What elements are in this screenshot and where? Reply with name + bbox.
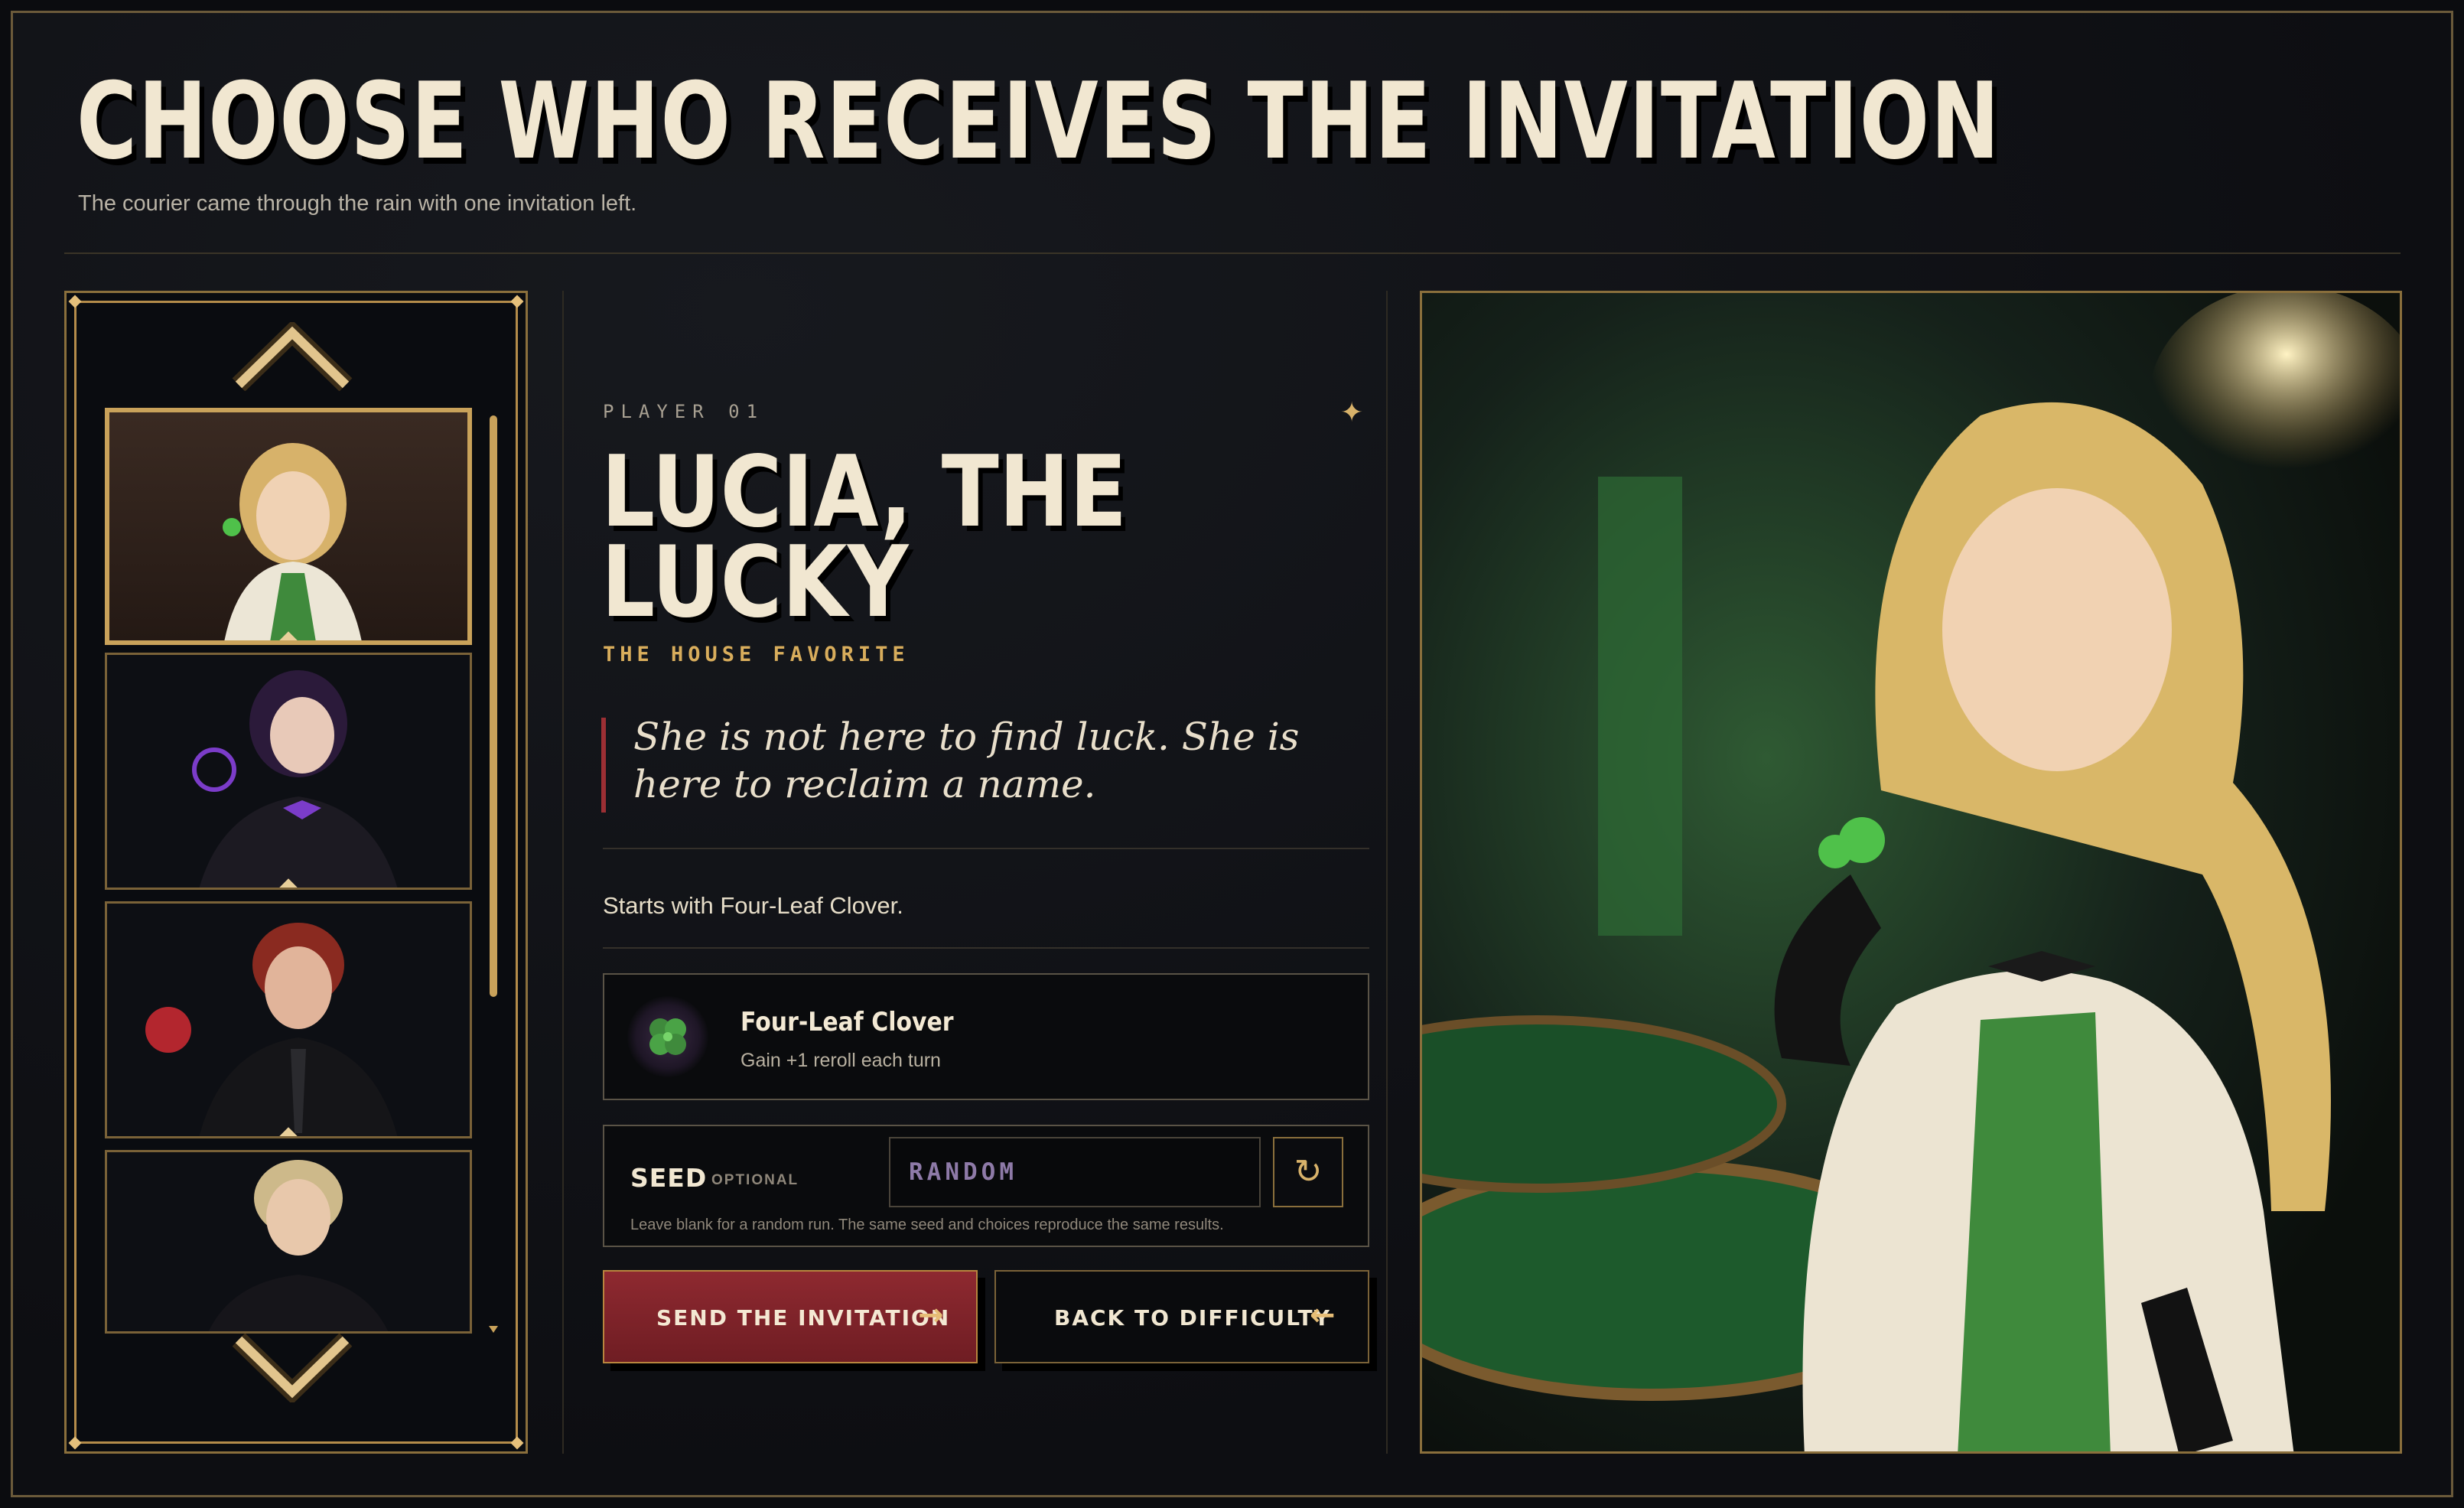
section-divider (603, 947, 1369, 949)
section-divider (603, 848, 1369, 849)
corner-ornament (68, 295, 82, 308)
page-title: CHOOSE WHO RECEIVES THE INVITATION (76, 60, 2001, 183)
send-invitation-button[interactable]: SEND THE INVITATION → (603, 1270, 978, 1363)
character-thumb-lucia[interactable] (105, 408, 472, 645)
seed-panel: SEED OPTIONAL ↻ Leave blank for a random… (603, 1125, 1369, 1247)
header-divider (64, 252, 2401, 254)
corner-ornament (510, 295, 524, 308)
quote-accent (601, 718, 606, 813)
arrow-right-icon: → (918, 1298, 946, 1333)
casino-portrait-art (1422, 293, 2400, 1451)
starting-item-card: Four-Leaf Clover Gain +1 reroll each tur… (603, 973, 1369, 1100)
item-description: Gain +1 reroll each turn (741, 1050, 941, 1071)
starting-item-text: Starts with Four-Leaf Clover. (603, 892, 903, 919)
character-thumb-2[interactable] (105, 653, 472, 890)
carousel-scrollbar[interactable] (490, 415, 497, 997)
chevron-up-icon[interactable] (231, 322, 353, 391)
character-thumb-4[interactable] (105, 1150, 472, 1334)
seed-input[interactable] (889, 1137, 1261, 1207)
seed-label: SEED (630, 1163, 708, 1193)
player-label: PLAYER 01 (603, 401, 765, 422)
scroll-end-marker (489, 1326, 498, 1333)
blond-character-thumb (208, 1160, 389, 1331)
character-tagline: THE HOUSE FAVORITE (603, 643, 910, 666)
character-thumb-3[interactable] (105, 901, 472, 1138)
back-to-difficulty-label: BACK TO DIFFICULTY (1054, 1305, 1331, 1330)
item-name: Four-Leaf Clover (741, 1007, 954, 1037)
character-carousel (64, 291, 528, 1454)
page-subtitle: The courier came through the rain with o… (78, 191, 637, 216)
seed-help-text: Leave blank for a random run. The same s… (630, 1216, 1224, 1233)
arrow-left-icon: ← (1310, 1298, 1337, 1333)
back-to-difficulty-button[interactable]: BACK TO DIFFICULTY ← (994, 1270, 1369, 1363)
corner-ornament (510, 1436, 524, 1450)
character-name: LUCIA, THE LUCKY (601, 435, 1128, 640)
seed-optional-label: OPTIONAL (711, 1172, 799, 1188)
sparkle-icon: ✦ (1340, 396, 1364, 428)
send-invitation-label: SEND THE INVITATION (656, 1305, 951, 1330)
column-divider (562, 291, 564, 1454)
character-portrait (1420, 291, 2402, 1454)
clover-icon (627, 996, 708, 1077)
red-character-thumb (145, 923, 398, 1136)
character-quote: She is not here to find luck. She is her… (633, 715, 1300, 806)
chevron-down-icon[interactable] (231, 1334, 353, 1402)
purple-character-thumb (192, 670, 398, 888)
lucia-portrait-thumb (223, 443, 362, 640)
corner-ornament (68, 1436, 82, 1450)
column-divider (1386, 291, 1388, 1454)
refresh-icon[interactable]: ↻ (1273, 1137, 1343, 1207)
